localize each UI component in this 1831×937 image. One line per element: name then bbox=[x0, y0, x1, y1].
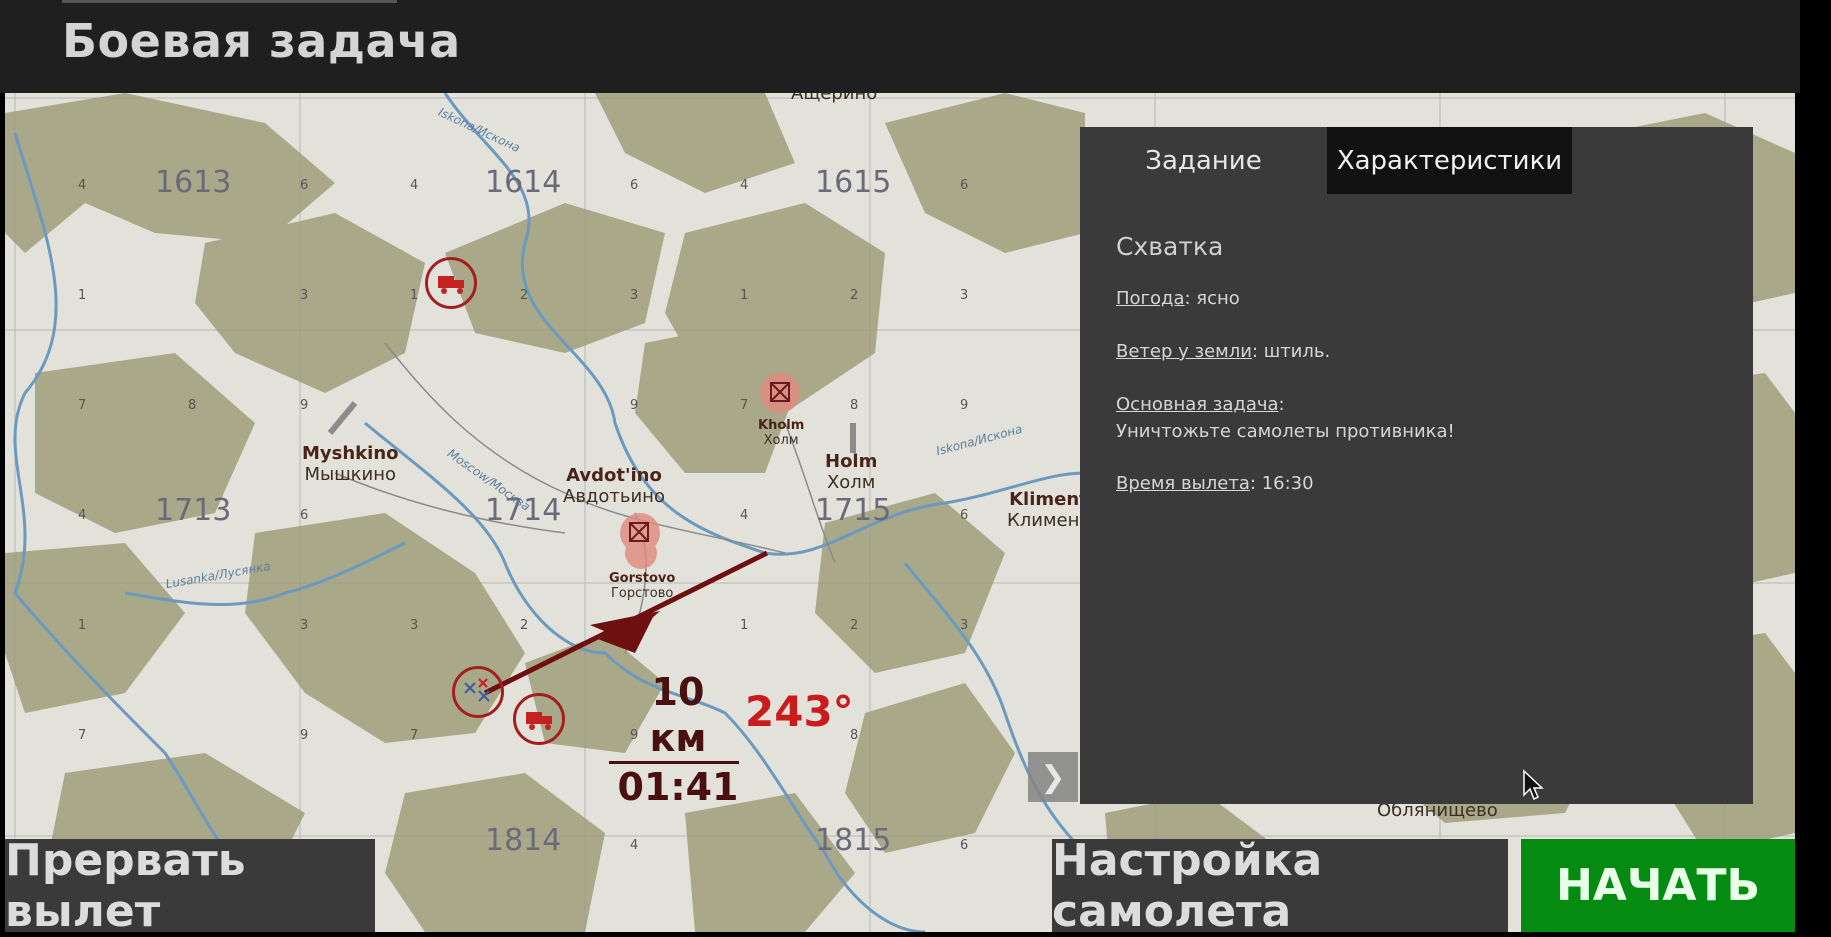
grid-label: 1614 bbox=[485, 165, 562, 200]
route-distance: 10 км bbox=[649, 670, 707, 760]
town-label: Kholm Холм bbox=[758, 418, 805, 448]
route-info: 10 км 01:41 bbox=[609, 669, 739, 810]
town-label: Myshkino Мышкино bbox=[302, 443, 399, 485]
sub-grid-label: 4 bbox=[740, 508, 749, 523]
departure-value: : 16:30 bbox=[1249, 473, 1314, 494]
town-label: Avdot'ino Авдотьино bbox=[563, 465, 665, 507]
grid-label: 1615 bbox=[815, 165, 892, 200]
sub-grid-label: 4 bbox=[740, 178, 749, 193]
town-label: Ащерино bbox=[791, 93, 878, 104]
objective-label: Основная задача bbox=[1116, 394, 1279, 415]
title-accent-bar bbox=[62, 0, 397, 3]
weather-info: Погода: ясно bbox=[1116, 288, 1240, 309]
grid-label: 1713 bbox=[155, 493, 232, 528]
sub-grid-label: 3 bbox=[300, 288, 309, 303]
route-heading: 243° bbox=[745, 687, 854, 736]
sub-grid-label: 3 bbox=[960, 618, 969, 633]
mission-panel: Схватка Погода: ясно Ветер у земли: штил… bbox=[1080, 194, 1753, 804]
grid-label: 1613 bbox=[155, 165, 232, 200]
sub-grid-label: 1 bbox=[410, 288, 419, 303]
sub-grid-label: 6 bbox=[300, 508, 309, 523]
sub-grid-label: 1 bbox=[740, 618, 749, 633]
sub-grid-label: 6 bbox=[960, 838, 969, 853]
sub-grid-label: 7 bbox=[78, 728, 87, 743]
sub-grid-label: 9 bbox=[300, 398, 309, 413]
route-time: 01:41 bbox=[617, 765, 739, 809]
sub-grid-label: 2 bbox=[850, 618, 859, 633]
sub-grid-label: 4 bbox=[630, 838, 639, 853]
sub-grid-label: 6 bbox=[960, 178, 969, 193]
mouse-cursor-icon bbox=[1523, 769, 1544, 801]
departure-label: Время вылета bbox=[1116, 473, 1250, 494]
sub-grid-label: 4 bbox=[78, 178, 87, 193]
truck-icon bbox=[526, 712, 552, 730]
sub-grid-label: 1 bbox=[78, 288, 87, 303]
sub-grid-label: 1 bbox=[78, 618, 87, 633]
sub-grid-label: 3 bbox=[630, 288, 639, 303]
sub-grid-label: 8 bbox=[850, 398, 859, 413]
top-bar: Боевая задача bbox=[0, 0, 1800, 93]
sub-grid-label: 7 bbox=[740, 398, 749, 413]
town-label: Kliment Климент bbox=[1007, 489, 1090, 531]
expand-panel-button[interactable]: ❯ bbox=[1028, 752, 1078, 802]
enemy-truck-marker[interactable] bbox=[513, 693, 565, 745]
wind-label: Ветер у земли bbox=[1116, 341, 1252, 362]
grid-label: 1814 bbox=[485, 823, 562, 858]
wind-info: Ветер у земли: штиль. bbox=[1116, 341, 1330, 362]
sub-grid-label: 3 bbox=[960, 288, 969, 303]
plane-setup-button[interactable]: Настройка самолета bbox=[1052, 835, 1508, 937]
sub-grid-label: 9 bbox=[960, 398, 969, 413]
tab-mission[interactable]: Задание bbox=[1080, 127, 1327, 194]
sub-grid-label: 9 bbox=[630, 398, 639, 413]
sub-grid-label: 6 bbox=[960, 508, 969, 523]
aircraft-group-icon bbox=[464, 678, 490, 702]
departure-info: Время вылета: 16:30 bbox=[1116, 473, 1314, 494]
mission-title: Схватка bbox=[1116, 232, 1224, 261]
tab-characteristics[interactable]: Характеристики bbox=[1327, 127, 1572, 194]
sub-grid-label: 6 bbox=[630, 178, 639, 193]
sub-grid-label: 4 bbox=[410, 178, 419, 193]
weather-value: : ясно bbox=[1184, 288, 1240, 309]
objective-info: Основная задача: Уничтожьте самолеты прот… bbox=[1116, 394, 1455, 442]
sub-grid-label: 2 bbox=[850, 288, 859, 303]
enemy-aircraft-group-marker[interactable] bbox=[452, 666, 504, 718]
sub-grid-label: 4 bbox=[78, 508, 87, 523]
grid-label: 1815 bbox=[815, 823, 892, 858]
sub-grid-label: 3 bbox=[410, 618, 419, 633]
page-title: Боевая задача bbox=[62, 14, 461, 68]
sub-grid-label: 9 bbox=[300, 728, 309, 743]
weather-label: Погода bbox=[1116, 288, 1185, 309]
sub-grid-label: 3 bbox=[300, 618, 309, 633]
truck-icon bbox=[438, 276, 464, 294]
sub-grid-label: 2 bbox=[520, 288, 529, 303]
sub-grid-label: 8 bbox=[188, 398, 197, 413]
chevron-right-icon: ❯ bbox=[1040, 759, 1066, 795]
town-label: Holm Холм bbox=[825, 451, 878, 493]
sub-grid-label: 6 bbox=[300, 178, 309, 193]
sub-grid-label: 7 bbox=[410, 728, 419, 743]
grid-label: 1715 bbox=[815, 493, 892, 528]
start-button[interactable]: НАЧАТЬ bbox=[1521, 839, 1795, 932]
wind-value: : штиль. bbox=[1251, 341, 1331, 362]
abort-flight-button[interactable]: Прервать вылет bbox=[5, 835, 375, 937]
enemy-truck-marker[interactable] bbox=[425, 257, 477, 309]
town-label: Gorstovo Горстово bbox=[609, 571, 676, 601]
sub-grid-label: 2 bbox=[520, 618, 529, 633]
objective-value: Уничтожьте самолеты противника! bbox=[1116, 421, 1455, 442]
sub-grid-label: 7 bbox=[78, 398, 87, 413]
sub-grid-label: 1 bbox=[740, 288, 749, 303]
